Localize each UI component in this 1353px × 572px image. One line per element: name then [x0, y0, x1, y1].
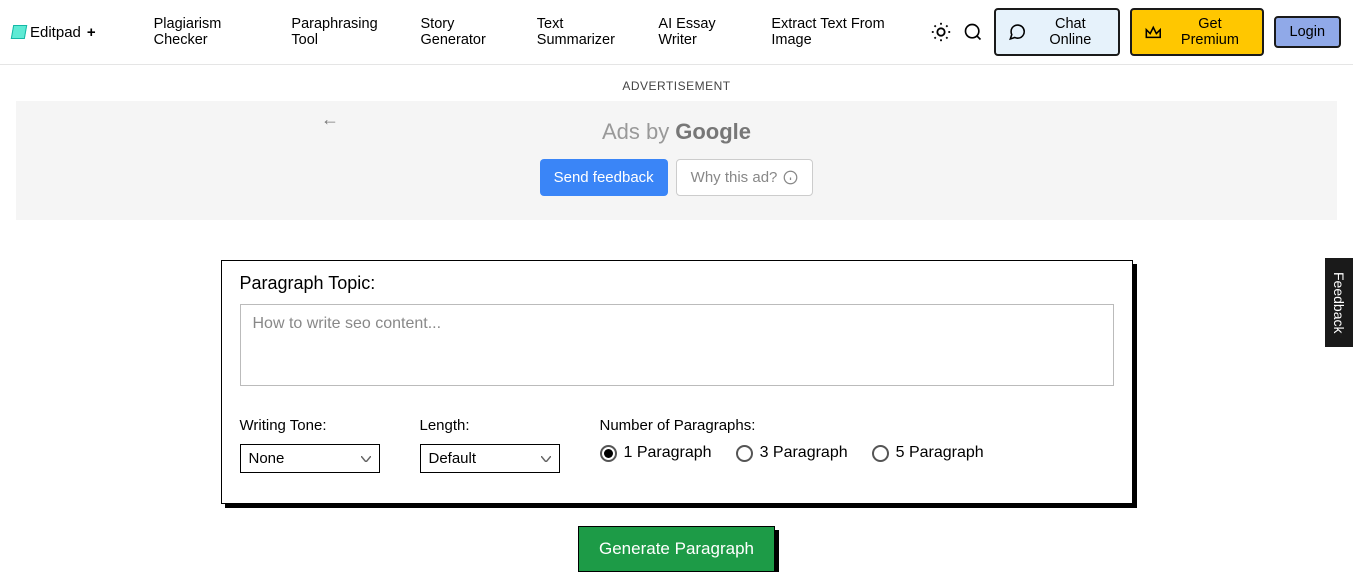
chat-online-button[interactable]: Chat Online — [994, 8, 1119, 56]
chat-label: Chat Online — [1035, 16, 1106, 48]
why-this-ad-button[interactable]: Why this ad? — [676, 159, 814, 196]
radio-3-paragraph[interactable]: 3 Paragraph — [736, 444, 848, 462]
logo[interactable]: Editpad + — [12, 24, 96, 41]
header: Editpad + Plagiarism Checker Paraphrasin… — [0, 0, 1353, 65]
logo-icon — [11, 25, 27, 39]
topic-input[interactable] — [240, 304, 1114, 386]
nav-extract-text[interactable]: Extract Text From Image — [771, 16, 921, 48]
radio-icon — [736, 445, 753, 462]
radio-3-label: 3 Paragraph — [760, 444, 848, 462]
radio-5-paragraph[interactable]: 5 Paragraph — [872, 444, 984, 462]
writing-tone-group: Writing Tone: None — [240, 417, 380, 473]
plus-icon: + — [87, 24, 96, 41]
nav-paraphrasing-tool[interactable]: Paraphrasing Tool — [291, 16, 402, 48]
radio-1-label: 1 Paragraph — [624, 444, 712, 462]
login-label: Login — [1290, 24, 1325, 40]
length-select[interactable]: Default — [420, 444, 560, 473]
feedback-tab[interactable]: Feedback — [1325, 258, 1353, 347]
get-premium-button[interactable]: Get Premium — [1130, 8, 1264, 56]
info-icon — [783, 170, 798, 185]
logo-text: Editpad — [30, 24, 81, 41]
controls-row: Writing Tone: None Length: Default Numbe… — [240, 417, 1114, 473]
ads-by-prefix: Ads by — [602, 119, 669, 145]
radio-icon — [600, 445, 617, 462]
ad-label: ADVERTISEMENT — [0, 79, 1353, 93]
nav-ai-essay-writer[interactable]: AI Essay Writer — [658, 16, 753, 48]
generate-paragraph-button[interactable]: Generate Paragraph — [578, 526, 775, 572]
ad-box: ← Ads by Google Send feedback Why this a… — [16, 101, 1337, 220]
back-arrow-icon[interactable]: ← — [321, 109, 339, 130]
ads-by-google: Ads by Google — [16, 119, 1337, 145]
search-icon[interactable] — [962, 20, 984, 44]
google-text: Google — [675, 119, 751, 145]
num-paragraphs-group: Number of Paragraphs: 1 Paragraph 3 Para… — [600, 417, 984, 462]
topic-label: Paragraph Topic: — [240, 273, 1114, 294]
nav: Plagiarism Checker Paraphrasing Tool Sto… — [154, 16, 922, 48]
crown-icon — [1144, 23, 1163, 41]
radio-icon — [872, 445, 889, 462]
radio-5-label: 5 Paragraph — [896, 444, 984, 462]
chat-icon — [1008, 22, 1027, 42]
send-feedback-button[interactable]: Send feedback — [540, 159, 668, 196]
header-right: Chat Online Get Premium Login — [930, 8, 1341, 56]
premium-label: Get Premium — [1170, 16, 1249, 48]
nav-text-summarizer[interactable]: Text Summarizer — [537, 16, 641, 48]
login-button[interactable]: Login — [1274, 16, 1341, 48]
ad-buttons: Send feedback Why this ad? — [16, 159, 1337, 196]
writing-tone-select[interactable]: None — [240, 444, 380, 473]
length-label: Length: — [420, 417, 560, 434]
num-paragraphs-label: Number of Paragraphs: — [600, 417, 984, 434]
nav-story-generator[interactable]: Story Generator — [421, 16, 519, 48]
why-ad-label: Why this ad? — [691, 169, 778, 186]
nav-plagiarism-checker[interactable]: Plagiarism Checker — [154, 16, 274, 48]
length-group: Length: Default — [420, 417, 560, 473]
paragraph-generator-box: Paragraph Topic: Writing Tone: None Leng… — [221, 260, 1133, 504]
writing-tone-label: Writing Tone: — [240, 417, 380, 434]
radio-group: 1 Paragraph 3 Paragraph 5 Paragraph — [600, 444, 984, 462]
ad-section: ADVERTISEMENT ← Ads by Google Send feedb… — [0, 79, 1353, 220]
theme-toggle-icon[interactable] — [930, 20, 952, 44]
radio-1-paragraph[interactable]: 1 Paragraph — [600, 444, 712, 462]
